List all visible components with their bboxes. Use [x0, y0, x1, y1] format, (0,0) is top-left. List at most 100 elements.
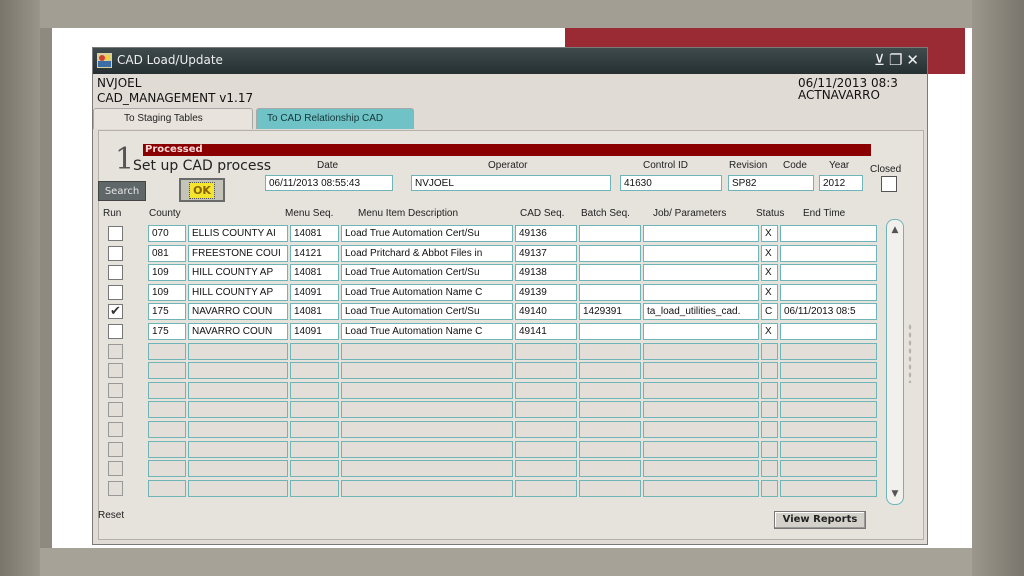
ok-button[interactable]: OK: [179, 178, 225, 202]
tab-to-cad-relationship[interactable]: To CAD Relationship CAD: [256, 108, 414, 129]
cad-seq-cell[interactable]: [515, 421, 577, 438]
menu-seq-cell[interactable]: 14121: [290, 245, 339, 262]
county-code-cell[interactable]: 109: [148, 284, 186, 301]
county-name-cell[interactable]: HILL COUNTY AP: [188, 264, 288, 281]
end-time-cell[interactable]: [780, 362, 877, 379]
end-time-cell[interactable]: [780, 225, 877, 242]
end-time-cell[interactable]: [780, 460, 877, 477]
status-cell[interactable]: [761, 441, 778, 458]
status-cell[interactable]: X: [761, 284, 778, 301]
date-field[interactable]: 06/11/2013 08:55:43: [265, 175, 393, 191]
cad-seq-cell[interactable]: [515, 382, 577, 399]
batch-seq-cell[interactable]: [579, 323, 641, 340]
menu-item-description-cell[interactable]: [341, 460, 513, 477]
menu-item-description-cell[interactable]: [341, 343, 513, 360]
menu-item-description-cell[interactable]: Load True Automation Name C: [341, 323, 513, 340]
county-name-cell[interactable]: [188, 460, 288, 477]
county-code-cell[interactable]: [148, 441, 186, 458]
menu-seq-cell[interactable]: [290, 382, 339, 399]
county-name-cell[interactable]: ELLIS COUNTY AI: [188, 225, 288, 242]
status-cell[interactable]: X: [761, 225, 778, 242]
job-parameters-cell[interactable]: [643, 264, 759, 281]
county-code-cell[interactable]: [148, 401, 186, 418]
menu-item-description-cell[interactable]: [341, 382, 513, 399]
county-name-cell[interactable]: [188, 343, 288, 360]
batch-seq-cell[interactable]: [579, 284, 641, 301]
county-code-cell[interactable]: 070: [148, 225, 186, 242]
menu-seq-cell[interactable]: [290, 421, 339, 438]
end-time-cell[interactable]: [780, 401, 877, 418]
menu-item-description-cell[interactable]: Load True Automation Cert/Su: [341, 264, 513, 281]
run-checkbox[interactable]: [108, 461, 123, 476]
county-name-cell[interactable]: [188, 382, 288, 399]
operator-field[interactable]: NVJOEL: [411, 175, 611, 191]
menu-item-description-cell[interactable]: Load True Automation Cert/Su: [341, 303, 513, 320]
close-icon[interactable]: ✕: [906, 51, 923, 69]
menu-item-description-cell[interactable]: [341, 421, 513, 438]
menu-seq-cell[interactable]: 14081: [290, 225, 339, 242]
status-cell[interactable]: [761, 460, 778, 477]
county-code-cell[interactable]: [148, 343, 186, 360]
control-id-field[interactable]: 41630: [620, 175, 722, 191]
county-name-cell[interactable]: NAVARRO COUN: [188, 323, 288, 340]
menu-seq-cell[interactable]: 14091: [290, 284, 339, 301]
scroll-down-icon[interactable]: ▼: [889, 488, 901, 500]
status-cell[interactable]: [761, 362, 778, 379]
run-checkbox[interactable]: [108, 226, 123, 241]
status-cell[interactable]: X: [761, 323, 778, 340]
cad-seq-cell[interactable]: 49137: [515, 245, 577, 262]
county-code-cell[interactable]: [148, 460, 186, 477]
county-code-cell[interactable]: 175: [148, 303, 186, 320]
menu-seq-cell[interactable]: 14081: [290, 264, 339, 281]
end-time-cell[interactable]: 06/11/2013 08:5: [780, 303, 877, 320]
cad-seq-cell[interactable]: [515, 401, 577, 418]
county-name-cell[interactable]: [188, 421, 288, 438]
menu-seq-cell[interactable]: 14091: [290, 323, 339, 340]
job-parameters-cell[interactable]: [643, 362, 759, 379]
restore-icon[interactable]: ❐: [889, 51, 906, 69]
menu-seq-cell[interactable]: 14081: [290, 303, 339, 320]
job-parameters-cell[interactable]: [643, 382, 759, 399]
batch-seq-cell[interactable]: [579, 421, 641, 438]
status-cell[interactable]: [761, 421, 778, 438]
revision-code-field[interactable]: SP82: [728, 175, 814, 191]
menu-item-description-cell[interactable]: [341, 480, 513, 497]
county-name-cell[interactable]: [188, 362, 288, 379]
end-time-cell[interactable]: [780, 264, 877, 281]
county-name-cell[interactable]: [188, 401, 288, 418]
job-parameters-cell[interactable]: ta_load_utilities_cad.: [643, 303, 759, 320]
end-time-cell[interactable]: [780, 421, 877, 438]
end-time-cell[interactable]: [780, 343, 877, 360]
menu-item-description-cell[interactable]: [341, 401, 513, 418]
end-time-cell[interactable]: [780, 480, 877, 497]
batch-seq-cell[interactable]: [579, 245, 641, 262]
job-parameters-cell[interactable]: [643, 401, 759, 418]
county-name-cell[interactable]: NAVARRO COUN: [188, 303, 288, 320]
cad-seq-cell[interactable]: [515, 362, 577, 379]
status-cell[interactable]: [761, 382, 778, 399]
batch-seq-cell[interactable]: [579, 382, 641, 399]
run-checkbox[interactable]: [108, 422, 123, 437]
menu-seq-cell[interactable]: [290, 401, 339, 418]
status-cell[interactable]: X: [761, 245, 778, 262]
county-code-cell[interactable]: [148, 382, 186, 399]
run-checkbox[interactable]: [108, 344, 123, 359]
county-code-cell[interactable]: 081: [148, 245, 186, 262]
menu-seq-cell[interactable]: [290, 441, 339, 458]
run-checkbox[interactable]: [108, 442, 123, 457]
batch-seq-cell[interactable]: [579, 225, 641, 242]
year-field[interactable]: 2012: [819, 175, 863, 191]
job-parameters-cell[interactable]: [643, 245, 759, 262]
search-button[interactable]: Search: [98, 181, 146, 201]
job-parameters-cell[interactable]: [643, 225, 759, 242]
cad-seq-cell[interactable]: [515, 480, 577, 497]
cad-seq-cell[interactable]: 49138: [515, 264, 577, 281]
cad-seq-cell[interactable]: 49141: [515, 323, 577, 340]
cad-seq-cell[interactable]: [515, 441, 577, 458]
scroll-up-icon[interactable]: ▲: [889, 224, 901, 236]
run-checkbox[interactable]: ✔: [108, 304, 123, 319]
menu-item-description-cell[interactable]: Load Pritchard & Abbot Files in: [341, 245, 513, 262]
menu-seq-cell[interactable]: [290, 343, 339, 360]
county-code-cell[interactable]: 109: [148, 264, 186, 281]
run-checkbox[interactable]: [108, 383, 123, 398]
